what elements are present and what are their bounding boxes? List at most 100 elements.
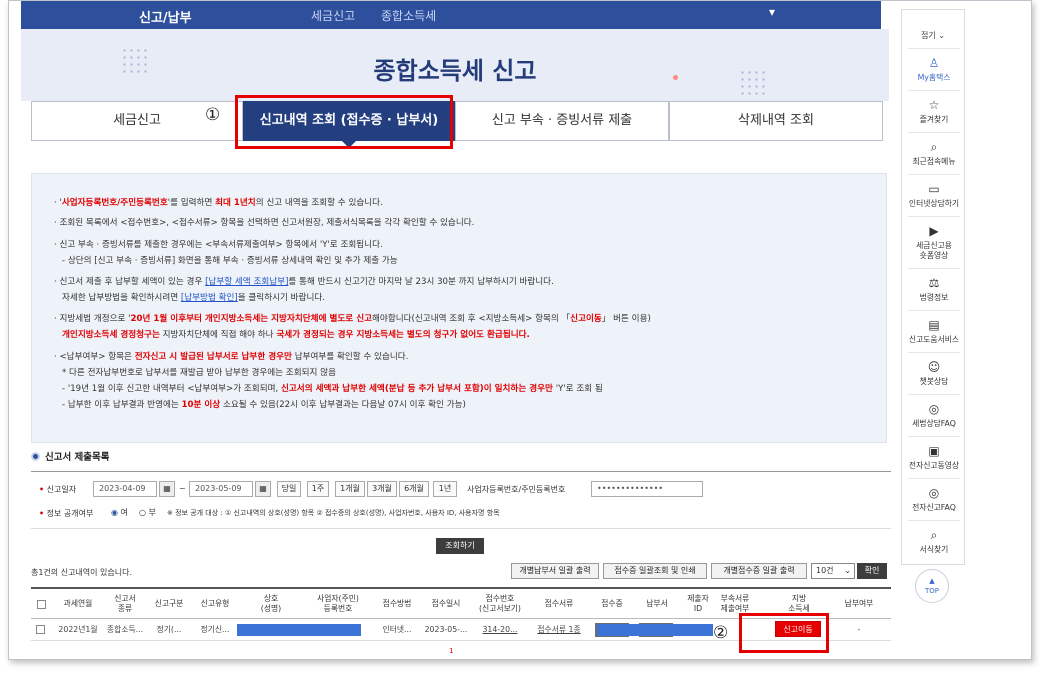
fold-quick-menu[interactable]: 접기 ⌄ [902, 30, 964, 41]
bulk-print-payslip-button[interactable]: 개별납부서 일괄 출력 [511, 563, 599, 579]
cell-period: 2022년1월 [58, 625, 98, 634]
divider [908, 90, 960, 91]
redacted-name-id [237, 624, 361, 636]
col-header: 신고유형 [200, 599, 230, 608]
notice-line: 자세한 납부방법을 확인하시려면 [납부방법 확인]을 클릭하시기 바랍니다. [62, 293, 326, 303]
period-today-button[interactable]: 당일 [277, 481, 301, 497]
quick-my-hometax[interactable]: ♙ My홈택스 [902, 56, 966, 83]
divider [908, 216, 960, 217]
bullet-icon [31, 452, 40, 461]
quick-law-info[interactable]: ⚖ 법령정보 [902, 276, 966, 303]
page-title: 종합소득세 신고 [373, 57, 537, 85]
recent-icon: ⌕ [930, 140, 938, 154]
nav-crumb-tax-report[interactable]: 세금신고 [311, 7, 355, 24]
divider [908, 478, 960, 479]
divider [908, 174, 960, 175]
divider [908, 132, 960, 133]
col-header: 제출자 ID [687, 594, 709, 613]
col-header: 상호 (성명) [260, 594, 282, 613]
disclose-note: ※ 정보 공개 대상 : ① 신고내역의 상호(성명) 항목 ② 접수증의 상호… [167, 509, 500, 517]
notice-line: · <납부여부> 항목은 전자신고 시 발급된 납부서로 납부한 경우만 납부여… [54, 352, 409, 362]
pay-tax-link[interactable]: [납부할 세액 조회납부] [205, 277, 288, 287]
bulk-receipt-print-button[interactable]: 접수증 일괄조회 및 인쇄 [603, 563, 707, 579]
bulk-individual-receipt-button[interactable]: 개별접수증 일괄 출력 [711, 563, 807, 579]
date-to-input[interactable]: 2023-05-09 [189, 481, 253, 497]
video-icon: ▣ [928, 444, 940, 458]
col-header: 접수증 [601, 599, 623, 608]
notice-line: · 신고서 제출 후 납부할 세액이 있는 경우 [납부할 세액 조회납부]를 … [54, 277, 554, 287]
period-3month-button[interactable]: 3개월 [367, 481, 397, 497]
faq2-icon: ◎ [928, 486, 940, 500]
col-header: 과세연월 [63, 599, 93, 608]
person-icon: ♙ [928, 56, 940, 70]
quick-favorites[interactable]: ☆ 즐겨찾기 [902, 98, 966, 125]
col-header: 사업자(주민) 등록번호 [317, 594, 359, 613]
highlight-box-2 [739, 613, 829, 653]
quick-form-search[interactable]: ⌕ 서식찾기 [902, 528, 966, 555]
quick-online-counsel[interactable]: ▭ 인터넷상담하기 [902, 182, 966, 209]
period-1year-button[interactable]: 1년 [433, 481, 457, 497]
period-1month-button[interactable]: 1개월 [335, 481, 365, 497]
chevron-down-icon[interactable]: ▾ [769, 5, 775, 19]
faq-icon: ◎ [928, 402, 940, 416]
star-icon: ☆ [928, 98, 940, 112]
section-title: 신고서 제출목록 [31, 449, 110, 463]
top-navigation: 신고/납부 세금신고 종합소득세 ▾ [21, 1, 881, 29]
notice-line: · '사업자등록번호/주민등록번호'를 입력하면 최대 1년치의 신고 내역을 … [54, 198, 383, 208]
id-input[interactable]: •••••••••••••• [591, 481, 703, 497]
tab-attachments[interactable]: 신고 부속 · 증빙서류 제출 [455, 101, 669, 141]
notice-line: - 상단의 [신고 부속 · 증빙서류] 화면을 통해 부속 · 증빙서류 상세… [62, 256, 398, 266]
nav-menu-tax-report[interactable]: 신고/납부 [139, 7, 192, 26]
search-button[interactable]: 조회하기 [436, 538, 484, 554]
calendar-icon[interactable]: ▦ [159, 481, 175, 497]
col-header: 신고구분 [154, 599, 184, 608]
col-header: 접수일시 [431, 599, 461, 608]
date-separator: ~ [179, 484, 186, 493]
row-checkbox[interactable] [36, 625, 45, 634]
payment-method-link[interactable]: [납부방법 확인] [181, 293, 238, 303]
redacted-submitter [597, 624, 713, 636]
disclose-yes-radio[interactable]: ◉ 여 [111, 507, 128, 518]
notice-line: - '19년 1월 이후 신고한 내역부터 <납부여부>가 조회되며, 신고서의… [62, 384, 603, 394]
highlight-box-1 [235, 95, 453, 149]
quick-efiling-faq[interactable]: ◎ 전자신고FAQ [902, 486, 966, 513]
monitor-icon: ▭ [928, 182, 940, 196]
scroll-top-button[interactable]: ▲ TOP [915, 569, 949, 603]
search-filter: • 신고일자 2023-04-09 ▦ ~ 2023-05-09 ▦ 당일 1주… [31, 471, 891, 529]
search-icon: ⌕ [930, 528, 938, 542]
annotation-marker-2: ② [713, 623, 729, 643]
quick-chatbot[interactable]: ☺ 챗봇상담 [902, 360, 966, 387]
cell-method: 인터넷... [382, 625, 412, 634]
notice-line: · 지방세법 개정으로 '20년 1월 이후부터 개인지방소득세는 지방자치단체… [54, 314, 651, 324]
disclose-label: • 정보 공개여부 [39, 509, 94, 518]
tab-deleted-history[interactable]: 삭제내역 조회 [669, 101, 883, 141]
gavel-icon: ⚖ [928, 276, 940, 290]
cell-kind: 종합소득... [106, 625, 144, 634]
period-6month-button[interactable]: 6개월 [399, 481, 429, 497]
nav-crumb-income-tax[interactable]: 종합소득세 [381, 7, 436, 24]
quick-menu: 접기 ⌄ ♙ My홈택스 ☆ 즐겨찾기 ⌕ 최근접속메뉴 ▭ 인터넷상담하기 ▶ 세금신고… [901, 9, 965, 565]
submitted-docs-link[interactable]: 접수서류 1종 [529, 619, 589, 641]
page-size-select[interactable]: 10건 ⌄ [811, 563, 855, 579]
select-all-checkbox[interactable] [31, 589, 51, 619]
tab-bar: 세금신고 신고내역 조회 (접수증 · 납부서) 신고 부속 · 증빙서류 제출… [31, 101, 883, 148]
calendar-icon[interactable]: ▦ [255, 481, 271, 497]
col-header: 접수서류 [544, 599, 574, 608]
annotation-marker-1: ① [205, 105, 221, 125]
quick-tax-faq[interactable]: ◎ 세법상담FAQ [902, 402, 966, 429]
receipt-number-link[interactable]: 314-20... [473, 619, 527, 641]
quick-help-service[interactable]: ▤ 신고도움서비스 [902, 318, 966, 345]
confirm-button[interactable]: 확인 [857, 563, 887, 579]
date-from-input[interactable]: 2023-04-09 [93, 481, 157, 497]
page-current[interactable]: 1 [449, 647, 453, 655]
play-icon: ▶ [929, 224, 939, 238]
quick-recent-menu[interactable]: ⌕ 최근접속메뉴 [902, 140, 966, 167]
quick-efiling-video[interactable]: ▣ 전자신고동영상 [902, 444, 966, 471]
period-1week-button[interactable]: 1주 [307, 481, 329, 497]
col-header: 접수번호 (신고서보기) [479, 594, 521, 613]
disclose-no-radio[interactable]: ○ 부 [139, 507, 156, 518]
quick-shortform-video[interactable]: ▶ 세금신고용 숏폼영상 [902, 224, 966, 261]
divider [908, 352, 960, 353]
chatbot-icon: ☺ [927, 360, 941, 374]
divider [908, 394, 960, 395]
